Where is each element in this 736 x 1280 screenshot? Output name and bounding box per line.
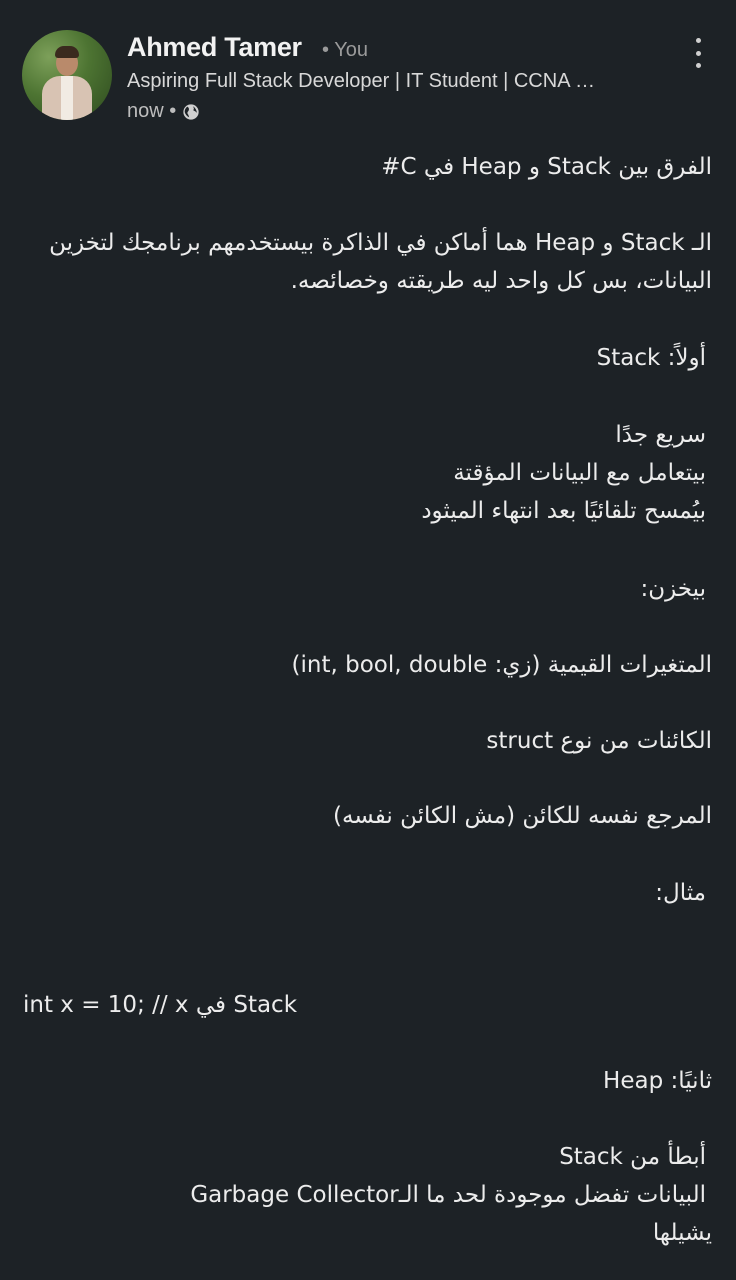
author-headline: Aspiring Full Stack Developer | IT Stude… xyxy=(127,70,595,92)
stack-point-1: سريع جدًا xyxy=(615,422,706,448)
stores-item-1: المتغيرات القيمية (زي: int, bool, double… xyxy=(291,652,712,678)
heap-point-1: أبطأ من Stack xyxy=(559,1144,706,1170)
heap-point-2: البيانات تفضل موجودة لحد ما الـGarbage C… xyxy=(190,1182,706,1208)
post-title: الفرق بين Stack و Heap في C# xyxy=(381,154,712,180)
heap-heading: ثانيًا: Heap xyxy=(603,1068,712,1094)
code-example: int x = 10; // x في Stack xyxy=(23,992,298,1018)
post-header: Ahmed Tamer • You Aspiring Full Stack De… xyxy=(0,0,736,140)
stack-heading: أولاً: Stack xyxy=(596,345,706,371)
more-options-icon[interactable] xyxy=(688,38,708,68)
stack-point-2: بيتعامل مع البيانات المؤقتة xyxy=(453,460,706,486)
post-time: now • xyxy=(127,100,177,122)
intro-line-2: البيانات، بس كل واحد ليه طريقته وخصائصه. xyxy=(290,268,712,294)
author-name[interactable]: Ahmed Tamer xyxy=(127,32,302,63)
post-meta: now • xyxy=(127,100,200,123)
example-label: مثال: xyxy=(655,880,706,906)
stores-item-2: الكائنات من نوع struct xyxy=(486,728,712,754)
stores-label: بيخزن: xyxy=(640,576,706,602)
intro-line-1: الـ Stack و Heap هما أماكن في الذاكرة بي… xyxy=(49,230,712,256)
globe-icon xyxy=(183,103,199,120)
avatar[interactable] xyxy=(22,30,112,120)
heap-point-3: يشيلها xyxy=(652,1220,712,1246)
stores-item-3: المرجع نفسه للكائن (مش الكائن نفسه) xyxy=(332,803,712,829)
stack-point-3: بيُمسح تلقائيًا بعد انتهاء الميثود xyxy=(421,498,706,524)
you-label: • You xyxy=(322,39,368,61)
